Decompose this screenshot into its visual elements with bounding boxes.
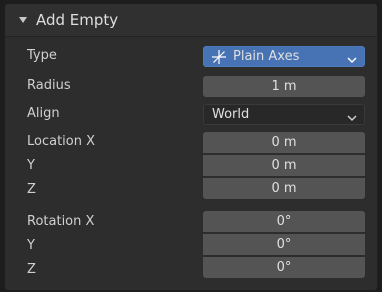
chevron-down-icon: [347, 53, 357, 68]
location-z-field[interactable]: 0 m: [203, 178, 365, 199]
rotation-y-value: 0°: [276, 237, 292, 252]
location-y-field[interactable]: 0 m: [203, 155, 365, 176]
type-value: Plain Axes: [233, 49, 300, 64]
panel-header[interactable]: Add Empty: [5, 4, 377, 37]
align-value: World: [212, 107, 250, 122]
rotation-x-value: 0°: [276, 214, 292, 229]
add-empty-panel: Add Empty Type Plain Axes Radius 1 m Ali…: [4, 3, 378, 291]
location-x-label: Location X: [27, 134, 96, 149]
type-dropdown[interactable]: Plain Axes: [203, 46, 365, 67]
location-z-value: 0 m: [271, 181, 297, 196]
radius-label: Radius: [27, 78, 71, 93]
rotation-x-field[interactable]: 0°: [203, 211, 365, 232]
location-y-label: Y: [27, 158, 35, 173]
rotation-z-value: 0°: [276, 260, 292, 275]
rotation-y-field[interactable]: 0°: [203, 234, 365, 255]
type-label: Type: [27, 48, 57, 63]
location-y-value: 0 m: [271, 158, 297, 173]
plain-axes-icon: [212, 49, 226, 64]
rotation-x-label: Rotation X: [27, 214, 95, 229]
location-x-value: 0 m: [271, 135, 297, 150]
rotation-y-label: Y: [27, 238, 35, 253]
align-dropdown[interactable]: World: [203, 104, 365, 125]
chevron-down-icon: [347, 111, 357, 126]
panel-title: Add Empty: [36, 11, 119, 29]
radius-field[interactable]: 1 m: [203, 76, 365, 97]
rotation-z-field[interactable]: 0°: [203, 257, 365, 278]
align-label: Align: [27, 106, 60, 121]
radius-value: 1 m: [271, 79, 297, 94]
collapse-triangle-icon[interactable]: [19, 17, 27, 23]
location-x-field[interactable]: 0 m: [203, 132, 365, 153]
rotation-z-label: Z: [27, 262, 36, 277]
location-z-label: Z: [27, 182, 36, 197]
